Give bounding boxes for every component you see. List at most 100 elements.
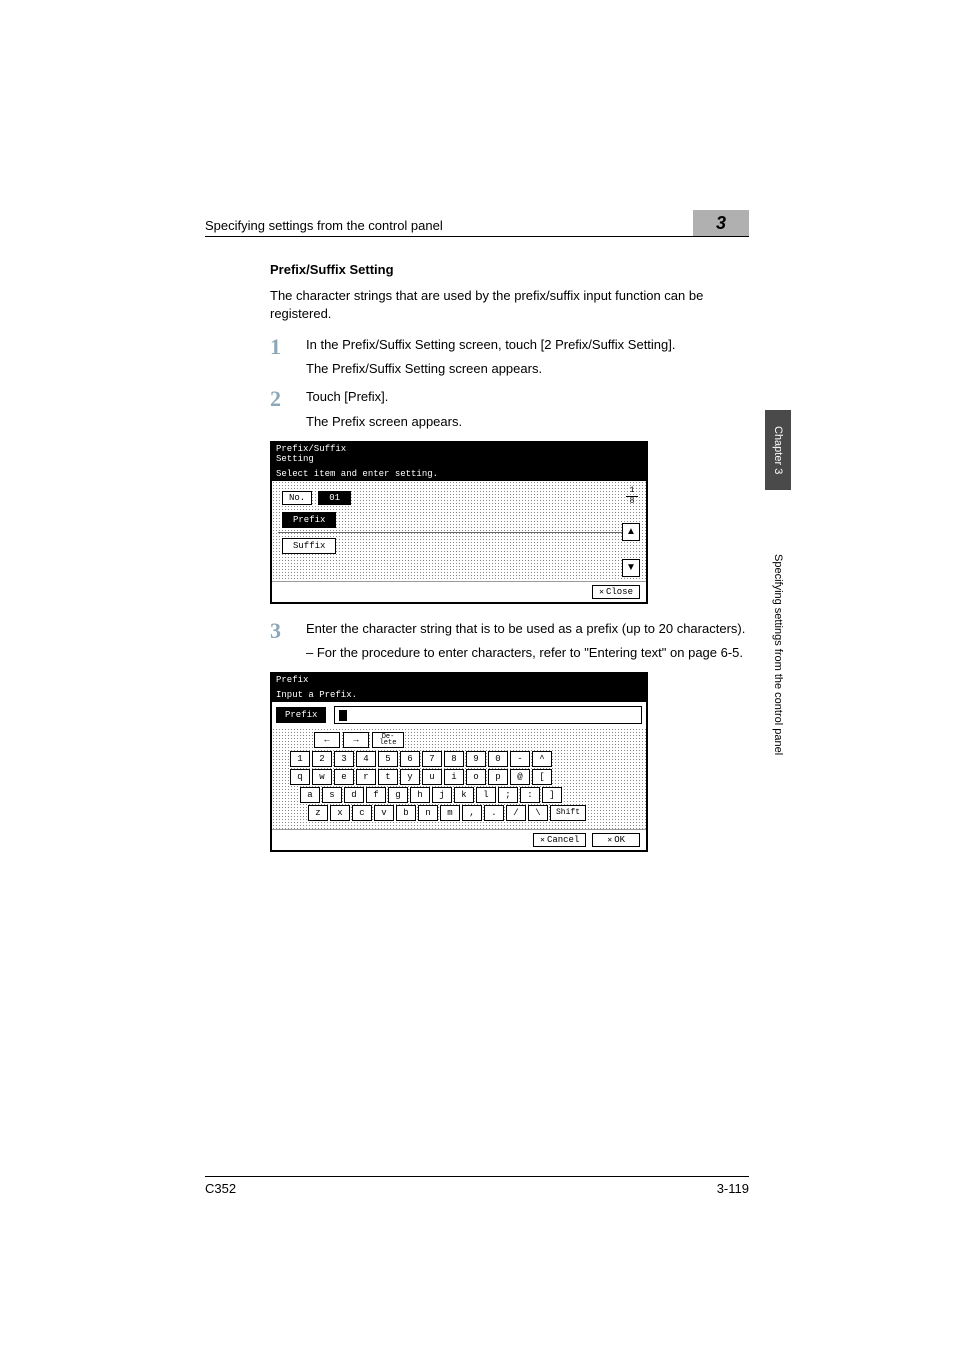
key-i[interactable]: i bbox=[444, 769, 464, 785]
key-:[interactable]: : bbox=[520, 787, 540, 803]
shift-key[interactable]: Shift bbox=[550, 805, 586, 821]
key-q[interactable]: q bbox=[290, 769, 310, 785]
down-arrow-icon: ▼ bbox=[626, 562, 636, 573]
key-6[interactable]: 6 bbox=[400, 751, 420, 767]
up-arrow-button[interactable]: ▲ bbox=[622, 523, 640, 541]
prefix-input-field[interactable] bbox=[334, 706, 642, 724]
key-;[interactable]: ; bbox=[498, 787, 518, 803]
intro-text: The character strings that are used by t… bbox=[270, 287, 749, 322]
key-j[interactable]: j bbox=[432, 787, 452, 803]
step-2: 2 Touch [Prefix]. The Prefix screen appe… bbox=[270, 388, 749, 430]
side-tab: Chapter 3 Specifying settings from the c… bbox=[765, 410, 791, 820]
key-\[interactable]: \ bbox=[528, 805, 548, 821]
step-note: – For the procedure to enter characters,… bbox=[306, 644, 749, 662]
up-arrow-icon: ▲ bbox=[626, 526, 636, 537]
key-0[interactable]: 0 bbox=[488, 751, 508, 767]
ok-icon: ✕ bbox=[607, 835, 612, 845]
screenshot-instruction: Input a Prefix. bbox=[272, 688, 646, 702]
step-subtext: The Prefix/Suffix Setting screen appears… bbox=[306, 360, 749, 378]
key-h[interactable]: h bbox=[410, 787, 430, 803]
screenshot-prefix-suffix-setting: Prefix/SuffixSetting Select item and ent… bbox=[270, 441, 648, 604]
screenshot-title: Prefix bbox=[272, 674, 646, 688]
ok-button[interactable]: ✕ OK bbox=[592, 833, 640, 847]
side-chapter: Chapter 3 bbox=[765, 410, 791, 490]
key-/[interactable]: / bbox=[506, 805, 526, 821]
key-o[interactable]: o bbox=[466, 769, 486, 785]
page-indicator: 1 8 bbox=[626, 487, 638, 506]
key-1[interactable]: 1 bbox=[290, 751, 310, 767]
screenshot-prefix-input: Prefix Input a Prefix. Prefix ← → De- le… bbox=[270, 672, 648, 852]
key-v[interactable]: v bbox=[374, 805, 394, 821]
footer-page: 3-119 bbox=[717, 1181, 749, 1196]
suffix-tab[interactable]: Suffix bbox=[282, 538, 336, 554]
step-number: 1 bbox=[270, 336, 306, 378]
step-text: In the Prefix/Suffix Setting screen, tou… bbox=[306, 336, 749, 354]
key-5[interactable]: 5 bbox=[378, 751, 398, 767]
key-x[interactable]: x bbox=[330, 805, 350, 821]
key-@[interactable]: @ bbox=[510, 769, 530, 785]
main-content: Prefix/Suffix Setting The character stri… bbox=[270, 262, 749, 868]
screenshot-title: Prefix/SuffixSetting bbox=[272, 443, 646, 467]
key-k[interactable]: k bbox=[454, 787, 474, 803]
input-label: Prefix bbox=[276, 707, 326, 723]
key-2[interactable]: 2 bbox=[312, 751, 332, 767]
key-t[interactable]: t bbox=[378, 769, 398, 785]
step-number: 2 bbox=[270, 388, 306, 430]
key-s[interactable]: s bbox=[322, 787, 342, 803]
delete-button[interactable]: De- lete bbox=[372, 732, 404, 748]
side-title: Specifying settings from the control pan… bbox=[765, 490, 791, 820]
key-f[interactable]: f bbox=[366, 787, 386, 803]
key-9[interactable]: 9 bbox=[466, 751, 486, 767]
cancel-button[interactable]: ✕ Cancel bbox=[533, 833, 586, 847]
screenshot-instruction: Select item and enter setting. bbox=[272, 467, 646, 481]
key-.[interactable]: . bbox=[484, 805, 504, 821]
key-c[interactable]: c bbox=[352, 805, 372, 821]
key-][interactable]: ] bbox=[542, 787, 562, 803]
down-arrow-button[interactable]: ▼ bbox=[622, 559, 640, 577]
cursor-left-button[interactable]: ← bbox=[314, 732, 340, 748]
no-label: No. bbox=[282, 491, 312, 505]
key-z[interactable]: z bbox=[308, 805, 328, 821]
key-d[interactable]: d bbox=[344, 787, 364, 803]
key-[[interactable]: [ bbox=[532, 769, 552, 785]
key-m[interactable]: m bbox=[440, 805, 460, 821]
step-subtext: The Prefix screen appears. bbox=[306, 413, 749, 431]
key-a[interactable]: a bbox=[300, 787, 320, 803]
no-value: 01 bbox=[318, 491, 351, 505]
page-header: Specifying settings from the control pan… bbox=[205, 210, 749, 237]
key-y[interactable]: y bbox=[400, 769, 420, 785]
key-g[interactable]: g bbox=[388, 787, 408, 803]
key-7[interactable]: 7 bbox=[422, 751, 442, 767]
key-e[interactable]: e bbox=[334, 769, 354, 785]
keyboard-row-3: asdfghjkl;:] bbox=[300, 787, 628, 803]
key-l[interactable]: l bbox=[476, 787, 496, 803]
cancel-icon: ✕ bbox=[540, 835, 545, 845]
step-3: 3 Enter the character string that is to … bbox=[270, 620, 749, 662]
key-,[interactable]: , bbox=[462, 805, 482, 821]
key-8[interactable]: 8 bbox=[444, 751, 464, 767]
key-b[interactable]: b bbox=[396, 805, 416, 821]
key-3[interactable]: 3 bbox=[334, 751, 354, 767]
keyboard-row-1: 1234567890-^ bbox=[290, 751, 628, 767]
key-w[interactable]: w bbox=[312, 769, 332, 785]
key-4[interactable]: 4 bbox=[356, 751, 376, 767]
key-^[interactable]: ^ bbox=[532, 751, 552, 767]
prefix-tab[interactable]: Prefix bbox=[282, 512, 336, 528]
text-cursor bbox=[339, 710, 347, 721]
close-button[interactable]: ✕ Close bbox=[592, 585, 640, 599]
step-text: Enter the character string that is to be… bbox=[306, 620, 749, 638]
keyboard-row-2: qwertyuiop@[ bbox=[290, 769, 628, 785]
key-n[interactable]: n bbox=[418, 805, 438, 821]
key--[interactable]: - bbox=[510, 751, 530, 767]
key-p[interactable]: p bbox=[488, 769, 508, 785]
footer-model: C352 bbox=[205, 1181, 236, 1196]
page-footer: C352 3-119 bbox=[205, 1176, 749, 1196]
step-number: 3 bbox=[270, 620, 306, 662]
key-u[interactable]: u bbox=[422, 769, 442, 785]
section-title: Prefix/Suffix Setting bbox=[270, 262, 749, 277]
chapter-number-box: 3 bbox=[693, 210, 749, 236]
cursor-right-button[interactable]: → bbox=[343, 732, 369, 748]
header-title: Specifying settings from the control pan… bbox=[205, 218, 443, 236]
step-1: 1 In the Prefix/Suffix Setting screen, t… bbox=[270, 336, 749, 378]
key-r[interactable]: r bbox=[356, 769, 376, 785]
